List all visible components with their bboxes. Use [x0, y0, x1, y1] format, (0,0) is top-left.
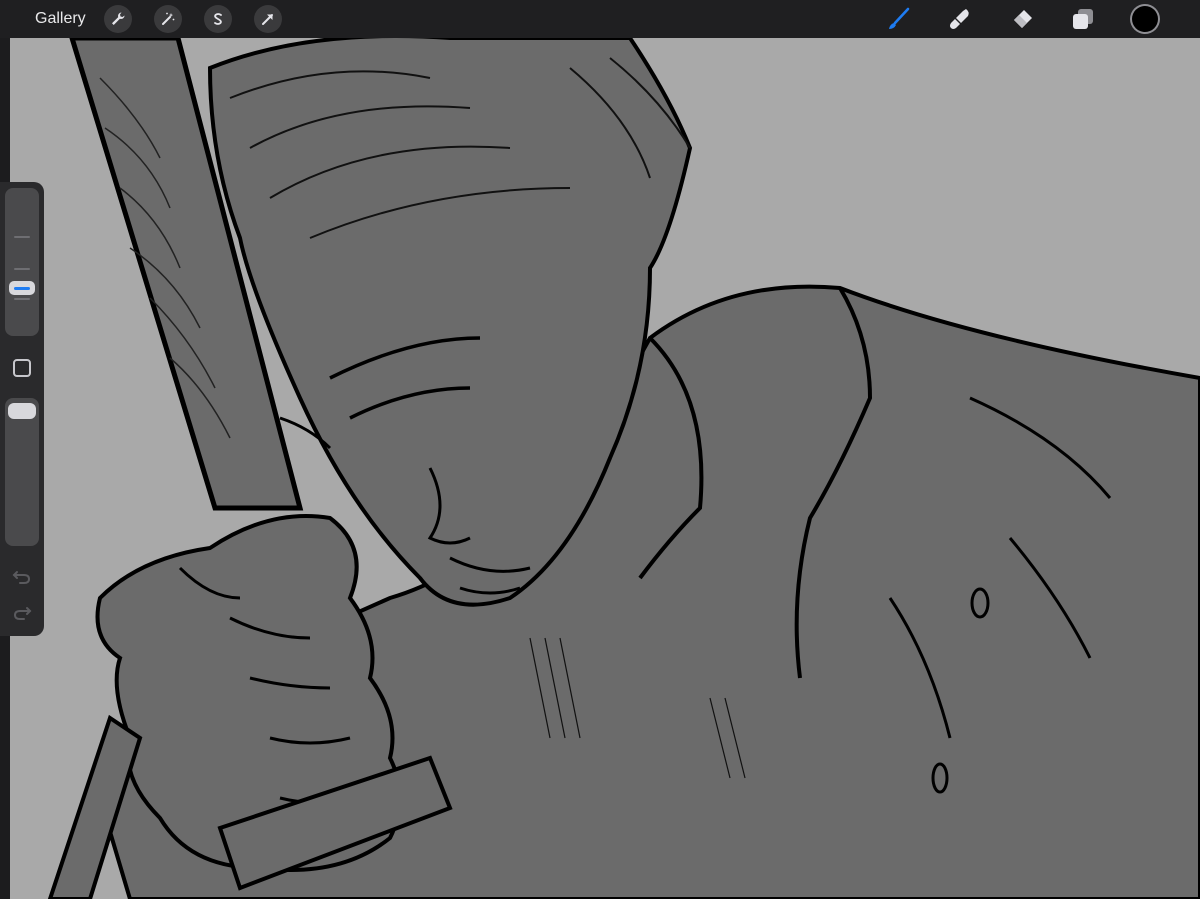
selection-s-icon: [214, 13, 222, 25]
smudge-tool-button[interactable]: [946, 5, 974, 33]
selection-button[interactable]: [204, 5, 232, 33]
top-toolbar: Gallery: [0, 0, 1200, 38]
left-tool-group: [104, 5, 282, 33]
slider-tick: [14, 236, 30, 238]
adjustments-button[interactable]: [154, 5, 182, 33]
brush-tool-button[interactable]: [885, 5, 913, 33]
brush-size-slider[interactable]: [5, 188, 39, 336]
magic-wand-icon: [162, 12, 175, 25]
modify-button[interactable]: [13, 359, 31, 377]
brush-opacity-thumb[interactable]: [8, 403, 36, 419]
brush-icon: [889, 7, 910, 29]
drawing-canvas[interactable]: [10, 38, 1200, 899]
color-swatch: [1132, 6, 1158, 32]
redo-icon[interactable]: [11, 603, 33, 623]
arrow-cursor-icon: [262, 14, 273, 25]
procreate-app: Gallery: [0, 0, 1200, 899]
slider-tick: [14, 268, 30, 270]
smudge-icon: [950, 9, 969, 29]
actions-button[interactable]: [104, 5, 132, 33]
slider-tick: [14, 298, 30, 300]
wrench-icon: [112, 12, 125, 25]
left-sidebar: [0, 182, 44, 636]
transform-button[interactable]: [254, 5, 282, 33]
artwork-sketch: [47, 38, 1200, 899]
eraser-tool-button[interactable]: [1008, 5, 1036, 33]
size-indicator: [14, 286, 30, 290]
brush-opacity-slider[interactable]: [5, 398, 39, 546]
undo-icon[interactable]: [11, 567, 33, 587]
eraser-icon: [1014, 10, 1032, 28]
gallery-button[interactable]: Gallery: [35, 9, 86, 29]
color-button[interactable]: [1131, 5, 1159, 33]
layers-icon: [1073, 9, 1093, 29]
brush-size-thumb[interactable]: [9, 281, 35, 295]
layers-button[interactable]: [1069, 5, 1097, 33]
